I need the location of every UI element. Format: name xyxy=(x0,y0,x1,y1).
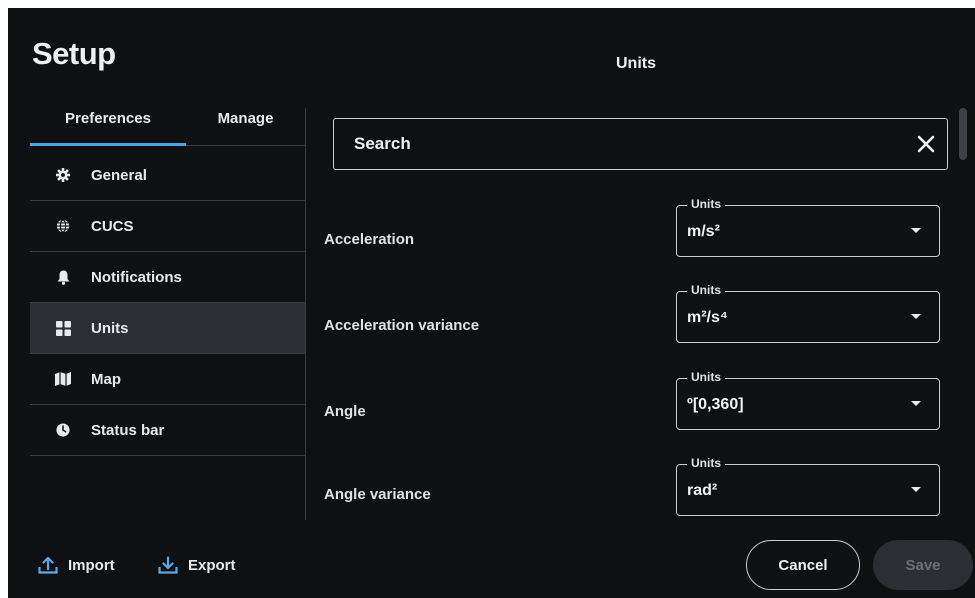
units-select[interactable]: Units m/s² xyxy=(676,197,940,257)
export-label: Export xyxy=(188,556,236,574)
chevron-down-icon xyxy=(911,228,921,233)
sidebar-item-label: General xyxy=(91,166,147,184)
sidebar-item-status-bar[interactable]: Status bar xyxy=(30,405,305,456)
sidebar-item-map[interactable]: Map xyxy=(30,354,305,405)
import-label: Import xyxy=(68,556,115,574)
selected-unit: m/s² xyxy=(687,223,720,240)
dialog-title: Setup xyxy=(32,36,116,71)
field-label: Units xyxy=(687,197,725,211)
units-select[interactable]: Units º[0,360] xyxy=(676,370,940,430)
units-select[interactable]: Units rad² xyxy=(676,456,940,516)
import-button[interactable]: Import xyxy=(38,556,115,574)
bell-icon xyxy=(55,269,71,285)
tab-bar: Preferences Manage xyxy=(30,104,305,150)
grid-icon xyxy=(55,320,71,336)
sidebar-item-label: Map xyxy=(91,370,121,388)
scrollbar-thumb[interactable] xyxy=(959,108,967,160)
unit-row-label: Angle xyxy=(324,403,366,420)
clock-icon xyxy=(55,422,71,438)
active-tab-indicator xyxy=(30,143,186,146)
selected-unit: rad² xyxy=(687,482,718,499)
unit-row-label: Acceleration xyxy=(324,231,415,248)
setup-dialog: Setup Units Preferences Manage General C… xyxy=(8,8,975,598)
export-button[interactable]: Export xyxy=(158,556,236,574)
field-label: Units xyxy=(687,370,725,384)
selected-unit: m²/s⁴ xyxy=(687,309,728,326)
search-input[interactable]: Search xyxy=(354,134,411,154)
map-icon xyxy=(55,371,71,387)
chevron-down-icon xyxy=(911,401,921,406)
close-icon[interactable] xyxy=(915,133,937,155)
sidebar-item-label: Units xyxy=(91,319,129,337)
sidebar-item-label: Status bar xyxy=(91,421,165,439)
search-field[interactable]: Search xyxy=(333,118,948,170)
selected-unit: º[0,360] xyxy=(687,396,744,413)
gear-icon xyxy=(55,167,71,183)
field-label: Units xyxy=(687,456,725,470)
sidebar-item-cucs[interactable]: CUCS xyxy=(30,201,305,252)
field-label: Units xyxy=(687,283,725,297)
unit-row-label: Angle variance xyxy=(324,486,431,503)
units-select[interactable]: Units m²/s⁴ xyxy=(676,283,940,343)
sidebar-item-label: Notifications xyxy=(91,268,182,286)
tab-manage[interactable]: Manage xyxy=(186,104,305,148)
panel-divider xyxy=(305,108,306,520)
sidebar-nav: General CUCS Notifications Units Map Sta… xyxy=(30,150,305,456)
section-title: Units xyxy=(616,55,656,72)
sidebar-item-notifications[interactable]: Notifications xyxy=(30,252,305,303)
download-icon xyxy=(158,556,178,574)
sidebar-item-label: CUCS xyxy=(91,217,134,235)
chevron-down-icon xyxy=(911,487,921,492)
unit-row-label: Acceleration variance xyxy=(324,317,480,334)
cancel-button[interactable]: Cancel xyxy=(746,540,860,590)
chevron-down-icon xyxy=(911,314,921,319)
upload-icon xyxy=(38,556,58,574)
tab-preferences[interactable]: Preferences xyxy=(30,104,186,148)
globe-icon xyxy=(55,218,71,234)
sidebar-item-general[interactable]: General xyxy=(30,150,305,201)
sidebar-item-units[interactable]: Units xyxy=(30,303,305,354)
save-button[interactable]: Save xyxy=(873,540,973,590)
